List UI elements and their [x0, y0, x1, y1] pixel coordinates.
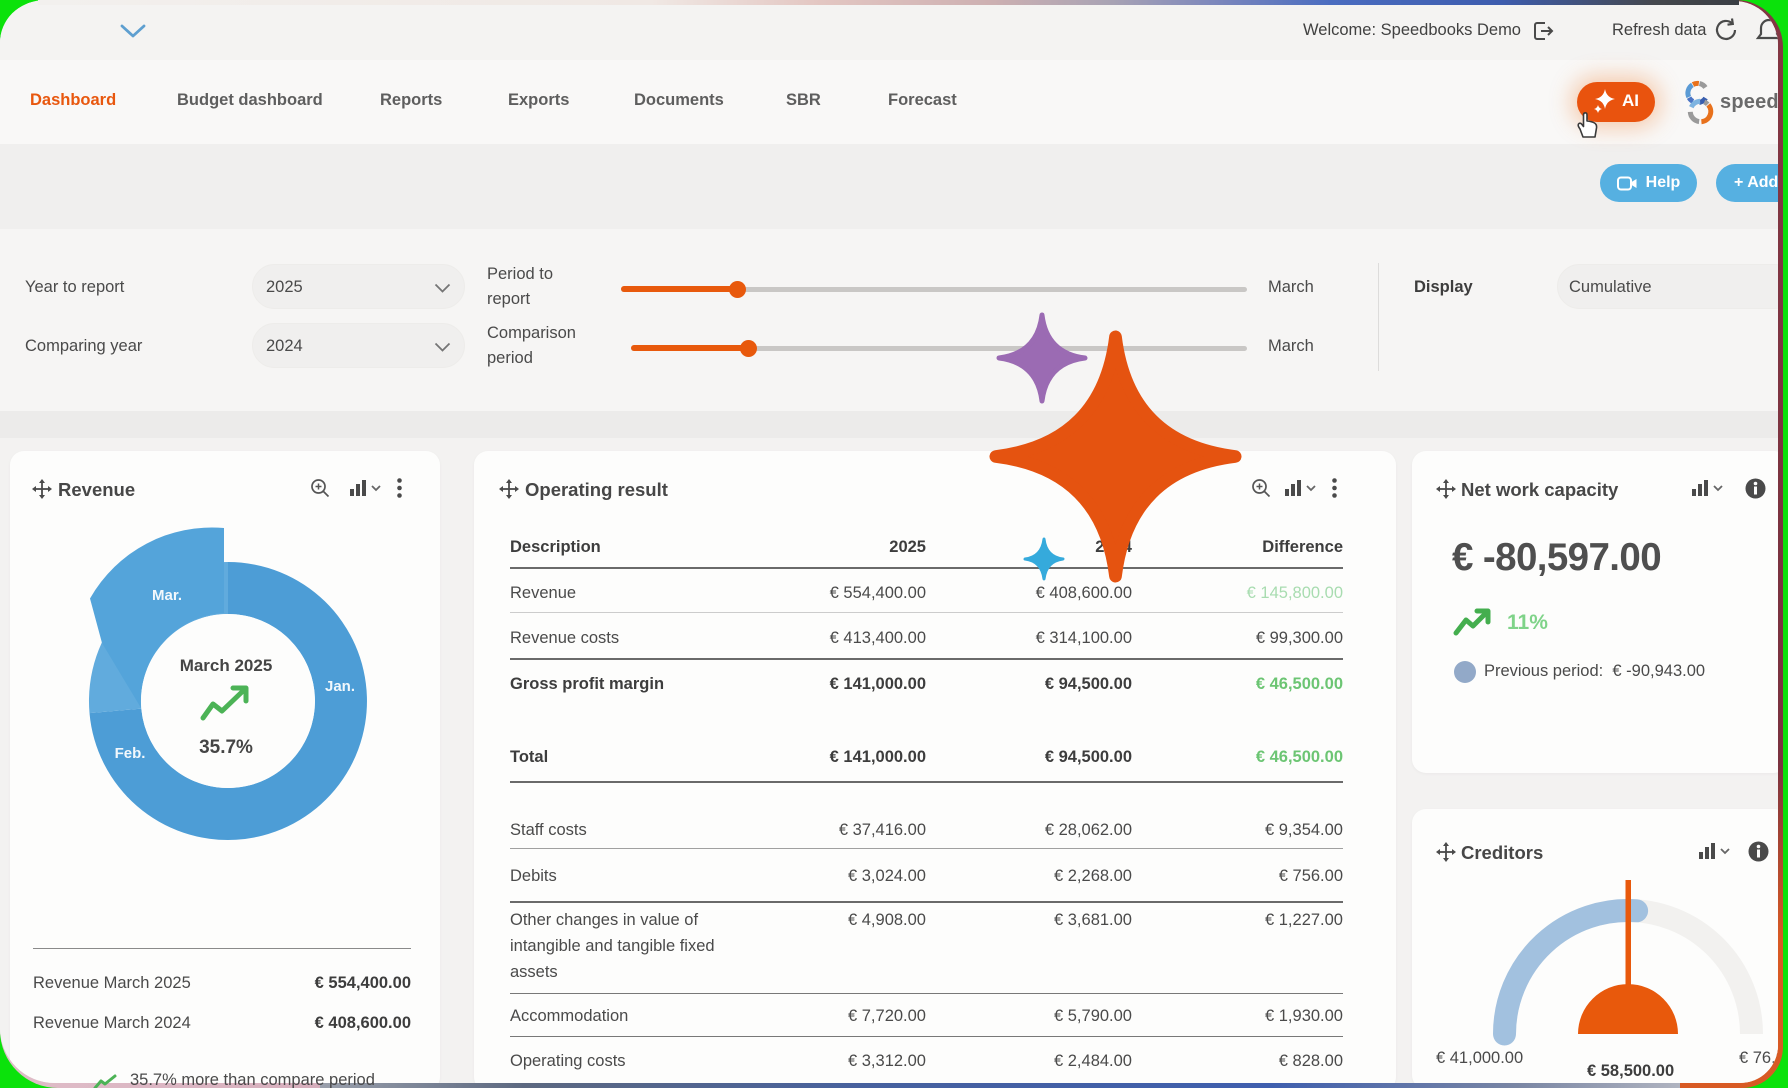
- svg-text:35.7%: 35.7%: [199, 737, 253, 758]
- svg-text:March 2025: March 2025: [180, 656, 273, 675]
- svg-text:Feb.: Feb.: [115, 745, 146, 762]
- svg-text:Jan.: Jan.: [325, 678, 355, 695]
- svg-text:Mar.: Mar.: [152, 587, 182, 604]
